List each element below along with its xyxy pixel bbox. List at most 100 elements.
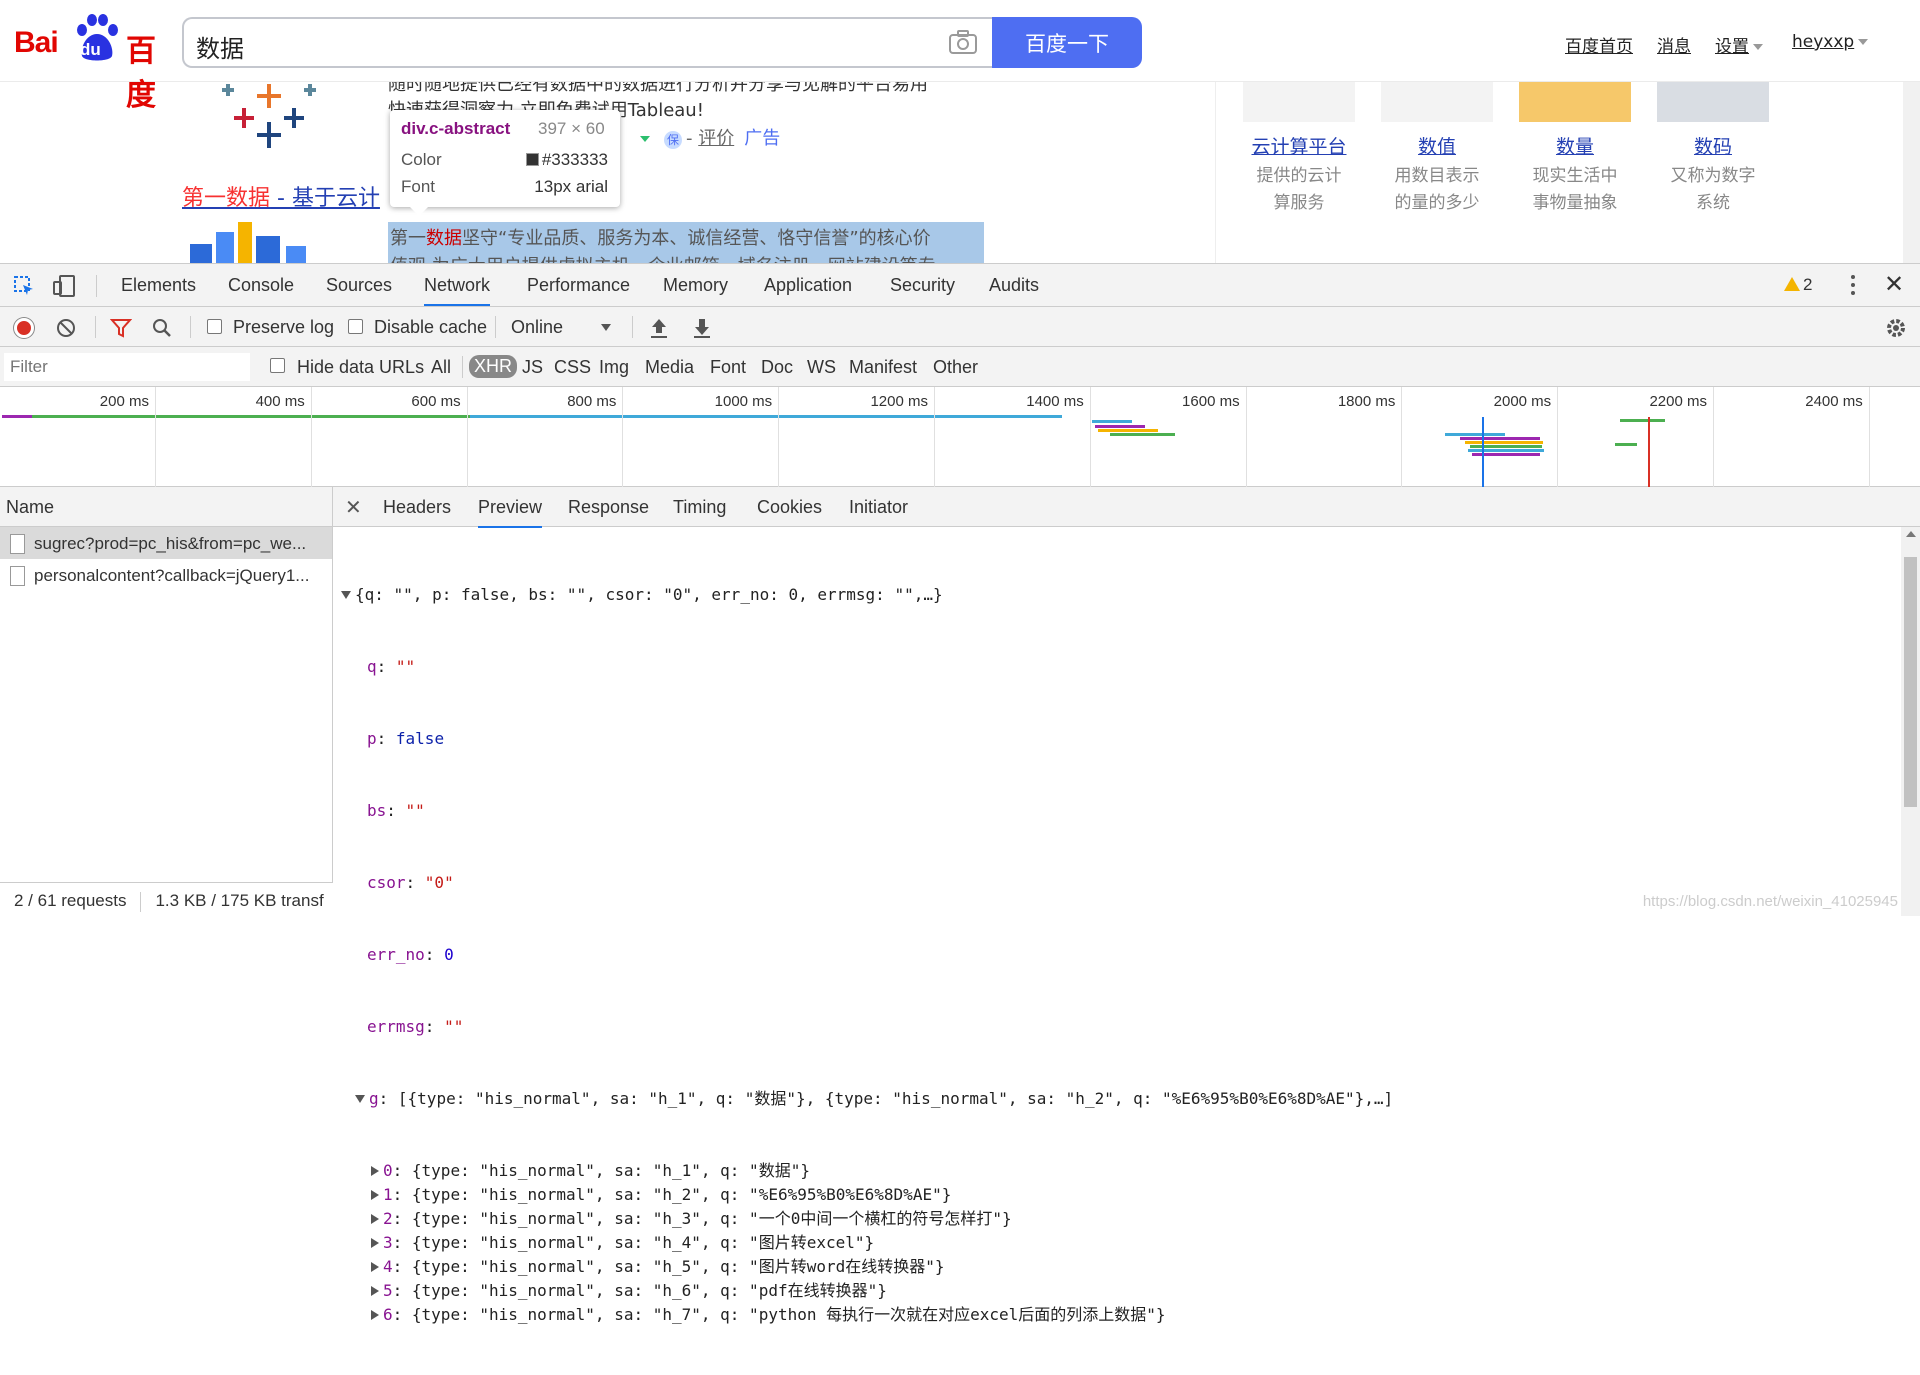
record-button[interactable] <box>14 318 34 338</box>
ad-tag[interactable]: 广告 <box>744 128 780 149</box>
tab-console[interactable]: Console <box>228 275 294 296</box>
result-title-link[interactable]: 第一数据 - 基于云计 <box>182 180 380 212</box>
json-array-index: 3 <box>383 1233 393 1252</box>
filter-img[interactable]: Img <box>599 357 629 378</box>
nav-settings-link[interactable]: 设置 <box>1715 32 1763 57</box>
json-array-item[interactable]: 2: {type: "his_normal", sa: "h_3", q: "一… <box>341 1207 1393 1231</box>
json-summary: {q: "", p: false, bs: "", csor: "0", err… <box>355 585 943 604</box>
more-options-icon[interactable] <box>1851 275 1855 295</box>
json-array-item[interactable]: 5: {type: "his_normal", sa: "h_6", q: "p… <box>341 1279 1393 1303</box>
json-array-item[interactable]: 6: {type: "his_normal", sa: "h_7", q: "p… <box>341 1303 1393 1327</box>
disable-cache-checkbox[interactable] <box>348 319 363 334</box>
filter-manifest[interactable]: Manifest <box>849 357 917 378</box>
expand-triangle-icon[interactable] <box>355 1095 365 1103</box>
expand-triangle-icon[interactable] <box>371 1190 379 1200</box>
filter-input[interactable] <box>4 353 250 381</box>
json-g-row[interactable]: g: [{type: "his_normal", sa: "h_1", q: "… <box>341 1087 1393 1111</box>
tab-headers[interactable]: Headers <box>383 497 451 518</box>
export-har-icon[interactable] <box>692 317 712 339</box>
chevron-down-icon[interactable] <box>640 136 650 142</box>
search-button[interactable]: 百度一下 <box>992 17 1142 68</box>
tab-response[interactable]: Response <box>568 497 649 518</box>
filter-doc[interactable]: Doc <box>761 357 793 378</box>
filter-ws[interactable]: WS <box>807 357 836 378</box>
clear-icon[interactable] <box>56 318 76 338</box>
search-icon[interactable] <box>152 318 172 338</box>
name-column-header[interactable]: Name <box>0 487 332 527</box>
tab-elements[interactable]: Elements <box>121 275 196 296</box>
camera-icon[interactable] <box>948 29 978 55</box>
gear-icon[interactable] <box>1884 316 1908 340</box>
related-card[interactable]: 数量 现实生活中 事物量抽象 <box>1510 82 1640 217</box>
tab-security[interactable]: Security <box>890 275 955 296</box>
tab-cookies[interactable]: Cookies <box>757 497 822 518</box>
filter-icon[interactable] <box>110 317 132 339</box>
card-name[interactable]: 云计算平台 <box>1234 132 1364 159</box>
json-array-item[interactable]: 1: {type: "his_normal", sa: "h_2", q: "%… <box>341 1183 1393 1207</box>
hide-data-urls-checkbox[interactable] <box>270 358 285 373</box>
filter-xhr[interactable]: XHR <box>469 355 518 378</box>
tab-audits[interactable]: Audits <box>989 275 1039 296</box>
filter-all[interactable]: All <box>431 357 451 378</box>
result-thumbnail[interactable] <box>182 222 342 263</box>
expand-triangle-icon[interactable] <box>371 1262 379 1272</box>
close-icon[interactable]: ✕ <box>345 495 362 520</box>
json-array-index: 1 <box>383 1185 393 1204</box>
timeline-gridline <box>1713 387 1714 487</box>
expand-triangle-icon[interactable] <box>371 1166 379 1176</box>
json-array-item[interactable]: 0: {type: "his_normal", sa: "h_1", q: "数… <box>341 1159 1393 1183</box>
throttling-select[interactable]: Online <box>511 317 563 338</box>
page-scrollbar[interactable] <box>1903 82 1920 263</box>
hide-data-urls-label: Hide data URLs <box>297 357 425 377</box>
baidu-logo[interactable]: Bai du 百度 <box>14 14 170 113</box>
filter-css[interactable]: CSS <box>554 357 591 378</box>
nav-messages-link[interactable]: 消息 <box>1657 32 1691 57</box>
request-row[interactable]: personalcontent?callback=jQuery1... <box>0 559 332 591</box>
scrollbar-thumb[interactable] <box>1904 557 1917 807</box>
tab-application[interactable]: Application <box>764 275 852 296</box>
device-toolbar-icon[interactable] <box>52 274 76 298</box>
close-icon[interactable]: ✕ <box>1884 270 1904 299</box>
request-row[interactable]: sugrec?prod=pc_his&from=pc_we... <box>0 527 332 559</box>
tab-memory[interactable]: Memory <box>663 275 728 296</box>
import-har-icon[interactable] <box>649 317 669 339</box>
tab-network[interactable]: Network <box>424 275 491 306</box>
preview-scrollbar[interactable] <box>1901 527 1920 916</box>
inspect-element-icon[interactable] <box>13 275 35 297</box>
filter-js[interactable]: JS <box>522 357 543 378</box>
filter-other[interactable]: Other <box>933 357 978 378</box>
related-card[interactable]: 数值 用数目表示 的量的多少 <box>1372 82 1502 217</box>
timeline-bar <box>1460 437 1540 440</box>
card-name[interactable]: 数值 <box>1372 132 1502 159</box>
nav-home-link[interactable]: 百度首页 <box>1565 32 1633 57</box>
search-input[interactable]: 数据 <box>182 17 992 68</box>
scroll-up-icon[interactable] <box>1906 531 1916 537</box>
tab-preview[interactable]: Preview <box>478 497 543 528</box>
expand-triangle-icon[interactable] <box>371 1214 379 1224</box>
expand-triangle-icon[interactable] <box>341 591 351 599</box>
filter-font[interactable]: Font <box>710 357 746 378</box>
tab-sources[interactable]: Sources <box>326 275 392 296</box>
json-root-row[interactable]: {q: "", p: false, bs: "", csor: "0", err… <box>341 583 1393 607</box>
expand-triangle-icon[interactable] <box>371 1310 379 1320</box>
expand-triangle-icon[interactable] <box>371 1238 379 1248</box>
review-link[interactable]: 评价 <box>698 128 734 149</box>
warnings-counter[interactable]: 2 <box>1784 275 1812 295</box>
nav-user-link[interactable]: heyxxp <box>1792 32 1869 52</box>
tab-timing[interactable]: Timing <box>673 497 726 518</box>
preserve-log-checkbox[interactable] <box>207 319 222 334</box>
tab-performance[interactable]: Performance <box>527 275 630 296</box>
card-name[interactable]: 数码 <box>1648 132 1778 159</box>
card-name[interactable]: 数量 <box>1510 132 1640 159</box>
json-array-item[interactable]: 3: {type: "his_normal", sa: "h_4", q: "图… <box>341 1231 1393 1255</box>
json-array-item[interactable]: 4: {type: "his_normal", sa: "h_5", q: "图… <box>341 1255 1393 1279</box>
related-card[interactable]: 数码 又称为数字 系统 <box>1648 82 1778 217</box>
timeline-label: 200 ms <box>99 393 149 410</box>
chevron-down-icon[interactable] <box>601 324 611 331</box>
network-overview[interactable]: 200 ms 400 ms 600 ms 800 ms 1000 ms 1200 ms 14… <box>0 387 1920 487</box>
color-swatch <box>525 153 539 166</box>
related-card[interactable]: 云计算平台 提供的云计 算服务 <box>1234 82 1364 217</box>
filter-media[interactable]: Media <box>645 357 694 378</box>
expand-triangle-icon[interactable] <box>371 1286 379 1296</box>
tab-initiator[interactable]: Initiator <box>849 497 908 518</box>
